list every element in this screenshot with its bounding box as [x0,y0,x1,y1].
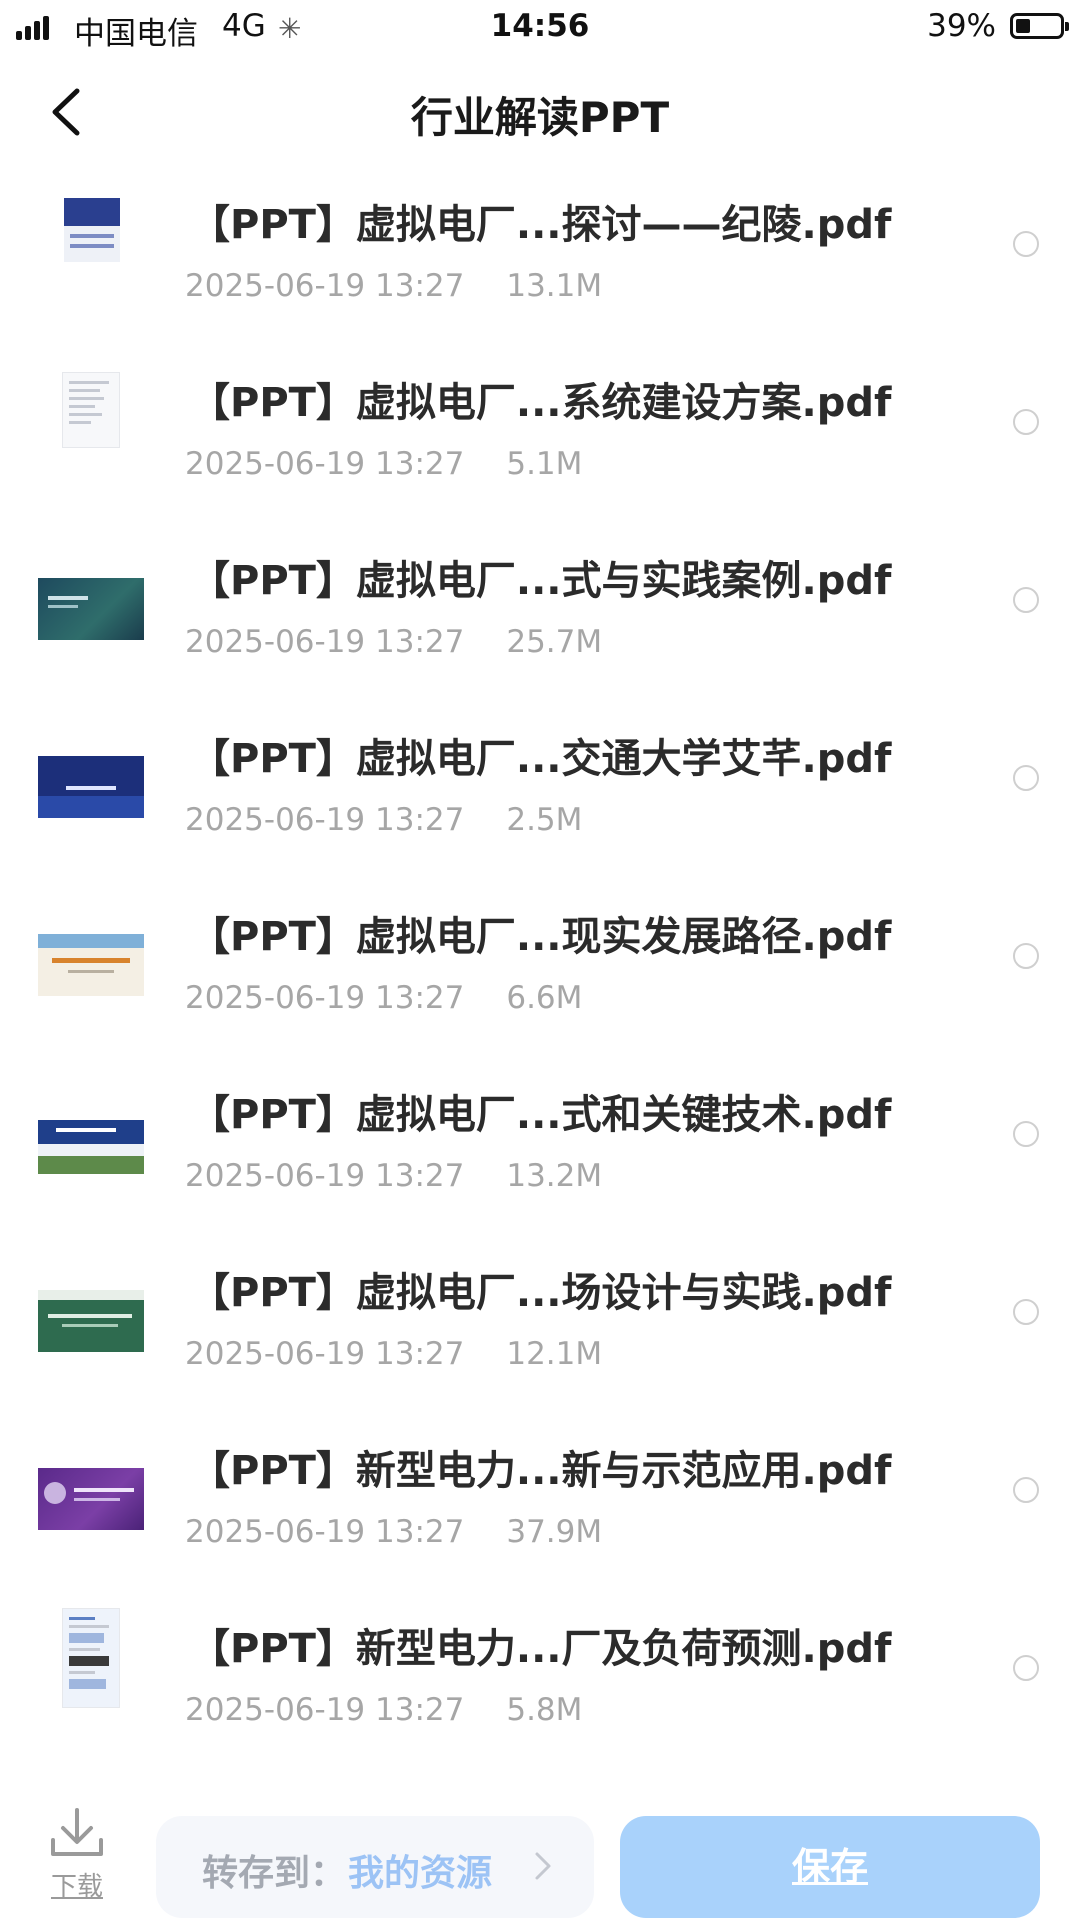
file-date: 2025-06-19 13:27 [185,446,465,482]
file-thumbnail [38,1112,144,1174]
file-thumbnail [38,1290,144,1352]
file-name: 【PPT】虚拟电厂...场设计与实践.pdf [190,1270,892,1316]
navigation-bar: 行业解读PPT [0,70,1080,152]
file-row[interactable]: 【PPT】虚拟电厂...场设计与实践.pdf 2025-06-19 13:27 1… [0,1238,1080,1416]
file-meta: 2025-06-19 13:27 13.2M [185,1158,602,1194]
download-label: 下载 [50,1872,103,1902]
file-date: 2025-06-19 13:27 [185,1692,465,1728]
file-meta: 2025-06-19 13:27 2.5M [185,802,582,838]
status-time: 14:56 [490,8,590,44]
select-radio[interactable] [1013,943,1039,969]
save-to-destination: 我的资源 [348,1853,493,1894]
file-meta: 2025-06-19 13:27 12.1M [185,1336,602,1372]
page-title: 行业解读PPT [410,93,670,142]
file-thumbnail [38,756,144,818]
file-meta: 2025-06-19 13:27 25.7M [185,624,602,660]
select-radio[interactable] [1013,587,1039,613]
file-row[interactable]: 【PPT】虚拟电厂...式与实践案例.pdf 2025-06-19 13:27 2… [0,526,1080,704]
file-thumbnail [62,372,120,448]
file-thumbnail [64,198,120,262]
file-meta: 2025-06-19 13:27 13.1M [185,268,602,304]
select-radio[interactable] [1013,1299,1039,1325]
select-radio[interactable] [1013,231,1039,257]
file-thumbnail [62,1608,120,1708]
select-radio[interactable] [1013,765,1039,791]
bottom-action-bar: 下载 转存到： 我的资源 保存 [0,1796,1080,1920]
select-radio[interactable] [1013,1477,1039,1503]
battery-percentage: 39% [927,8,996,44]
file-date: 2025-06-19 13:27 [185,1514,465,1550]
file-size: 5.8M [506,1692,583,1728]
file-list: 【PPT】虚拟电厂...探讨——纪陵.pdf 2025-06-19 13:27 1… [0,170,1080,1772]
file-size: 25.7M [506,624,603,660]
chevron-right-icon [535,1852,551,1880]
download-button[interactable]: 下载 [44,1806,110,1906]
file-row[interactable]: 【PPT】虚拟电厂...式和关键技术.pdf 2025-06-19 13:27 1… [0,1060,1080,1238]
file-size: 13.2M [506,1158,603,1194]
save-to-label: 转存到： [202,1853,347,1894]
download-icon [51,1808,103,1856]
file-size: 13.1M [506,268,603,304]
file-row[interactable]: 【PPT】新型电力...厂及负荷预测.pdf 2025-06-19 13:27 5… [0,1594,1080,1772]
file-row[interactable]: 【PPT】虚拟电厂...系统建设方案.pdf 2025-06-19 13:27 5… [0,348,1080,526]
status-bar: 中国电信 4G ✳ 14:56 39% [0,0,1080,56]
file-name: 【PPT】新型电力...新与示范应用.pdf [190,1448,892,1494]
file-row[interactable]: 【PPT】虚拟电厂...现实发展路径.pdf 2025-06-19 13:27 6… [0,882,1080,1060]
file-date: 2025-06-19 13:27 [185,624,465,660]
file-meta: 2025-06-19 13:27 37.9M [185,1514,602,1550]
file-date: 2025-06-19 13:27 [185,1158,465,1194]
file-thumbnail [38,1468,144,1530]
file-date: 2025-06-19 13:27 [185,268,465,304]
file-date: 2025-06-19 13:27 [185,802,465,838]
file-name: 【PPT】虚拟电厂...式和关键技术.pdf [190,1092,892,1138]
select-radio[interactable] [1013,409,1039,435]
select-radio[interactable] [1013,1655,1039,1681]
file-thumbnail [38,578,144,640]
file-size: 6.6M [506,980,583,1016]
file-row[interactable]: 【PPT】新型电力...新与示范应用.pdf 2025-06-19 13:27 3… [0,1416,1080,1594]
file-date: 2025-06-19 13:27 [185,1336,465,1372]
file-name: 【PPT】新型电力...厂及负荷预测.pdf [190,1626,892,1672]
file-meta: 2025-06-19 13:27 6.6M [185,980,582,1016]
save-button[interactable]: 保存 [620,1816,1040,1918]
file-row[interactable]: 【PPT】虚拟电厂...交通大学艾芊.pdf 2025-06-19 13:27 2… [0,704,1080,882]
file-meta: 2025-06-19 13:27 5.8M [185,1692,582,1728]
file-size: 12.1M [506,1336,603,1372]
battery-icon [1010,13,1069,39]
select-radio[interactable] [1013,1121,1039,1147]
file-thumbnail [38,934,144,996]
file-name: 【PPT】虚拟电厂...式与实践案例.pdf [190,558,892,604]
file-date: 2025-06-19 13:27 [185,980,465,1016]
file-name: 【PPT】虚拟电厂...现实发展路径.pdf [190,914,892,960]
file-name: 【PPT】虚拟电厂...探讨——纪陵.pdf [190,202,892,248]
file-size: 37.9M [506,1514,603,1550]
file-name: 【PPT】虚拟电厂...交通大学艾芊.pdf [190,736,892,782]
file-size: 5.1M [506,446,583,482]
file-size: 2.5M [506,802,583,838]
file-meta: 2025-06-19 13:27 5.1M [185,446,582,482]
file-name: 【PPT】虚拟电厂...系统建设方案.pdf [190,380,892,426]
file-row[interactable]: 【PPT】虚拟电厂...探讨——纪陵.pdf 2025-06-19 13:27 1… [0,170,1080,348]
save-to-selector[interactable]: 转存到： 我的资源 [156,1816,594,1918]
